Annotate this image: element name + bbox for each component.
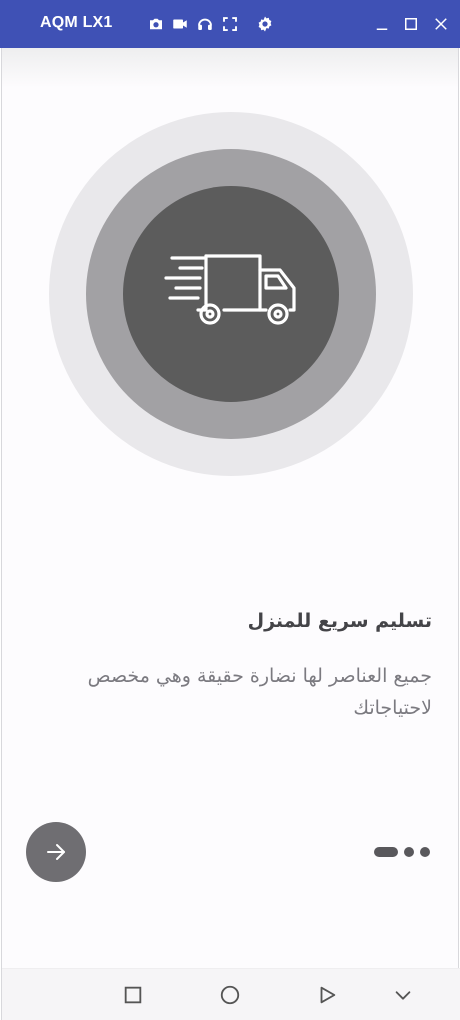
page-dot [404, 847, 414, 857]
maximize-icon[interactable] [401, 14, 421, 34]
onboarding-description: جميع العناصر لها نضارة حقيقة وهي مخصص لا… [87, 665, 432, 719]
close-icon[interactable] [431, 14, 451, 34]
camera-icon[interactable] [146, 14, 166, 34]
settings-icon[interactable] [255, 14, 275, 34]
page-indicator [374, 845, 430, 859]
page-dot [420, 847, 430, 857]
home-circle-icon[interactable] [217, 982, 243, 1008]
minimize-icon[interactable] [372, 14, 392, 34]
page-dot-active [374, 847, 398, 857]
headphones-icon[interactable] [195, 14, 215, 34]
emulator-title-bar: AQM LX1 [0, 0, 460, 48]
window-title: AQM LX1 [40, 14, 113, 31]
delivery-truck-icon [164, 254, 296, 325]
recents-square-icon[interactable] [120, 982, 146, 1008]
onboarding-title: تسليم سريع للمنزل [247, 610, 432, 632]
fullscreen-icon[interactable] [220, 14, 240, 34]
android-nav-bar [2, 968, 460, 1020]
status-bar-area [2, 48, 458, 88]
phone-screen: تسليم سريع للمنزل جميع العناصر لها نضارة… [1, 48, 460, 1020]
video-icon[interactable] [170, 14, 190, 34]
arrow-right-icon [47, 844, 65, 860]
next-button[interactable] [26, 822, 86, 882]
back-triangle-icon[interactable] [314, 982, 340, 1008]
collapse-chevron-icon[interactable] [390, 982, 416, 1008]
